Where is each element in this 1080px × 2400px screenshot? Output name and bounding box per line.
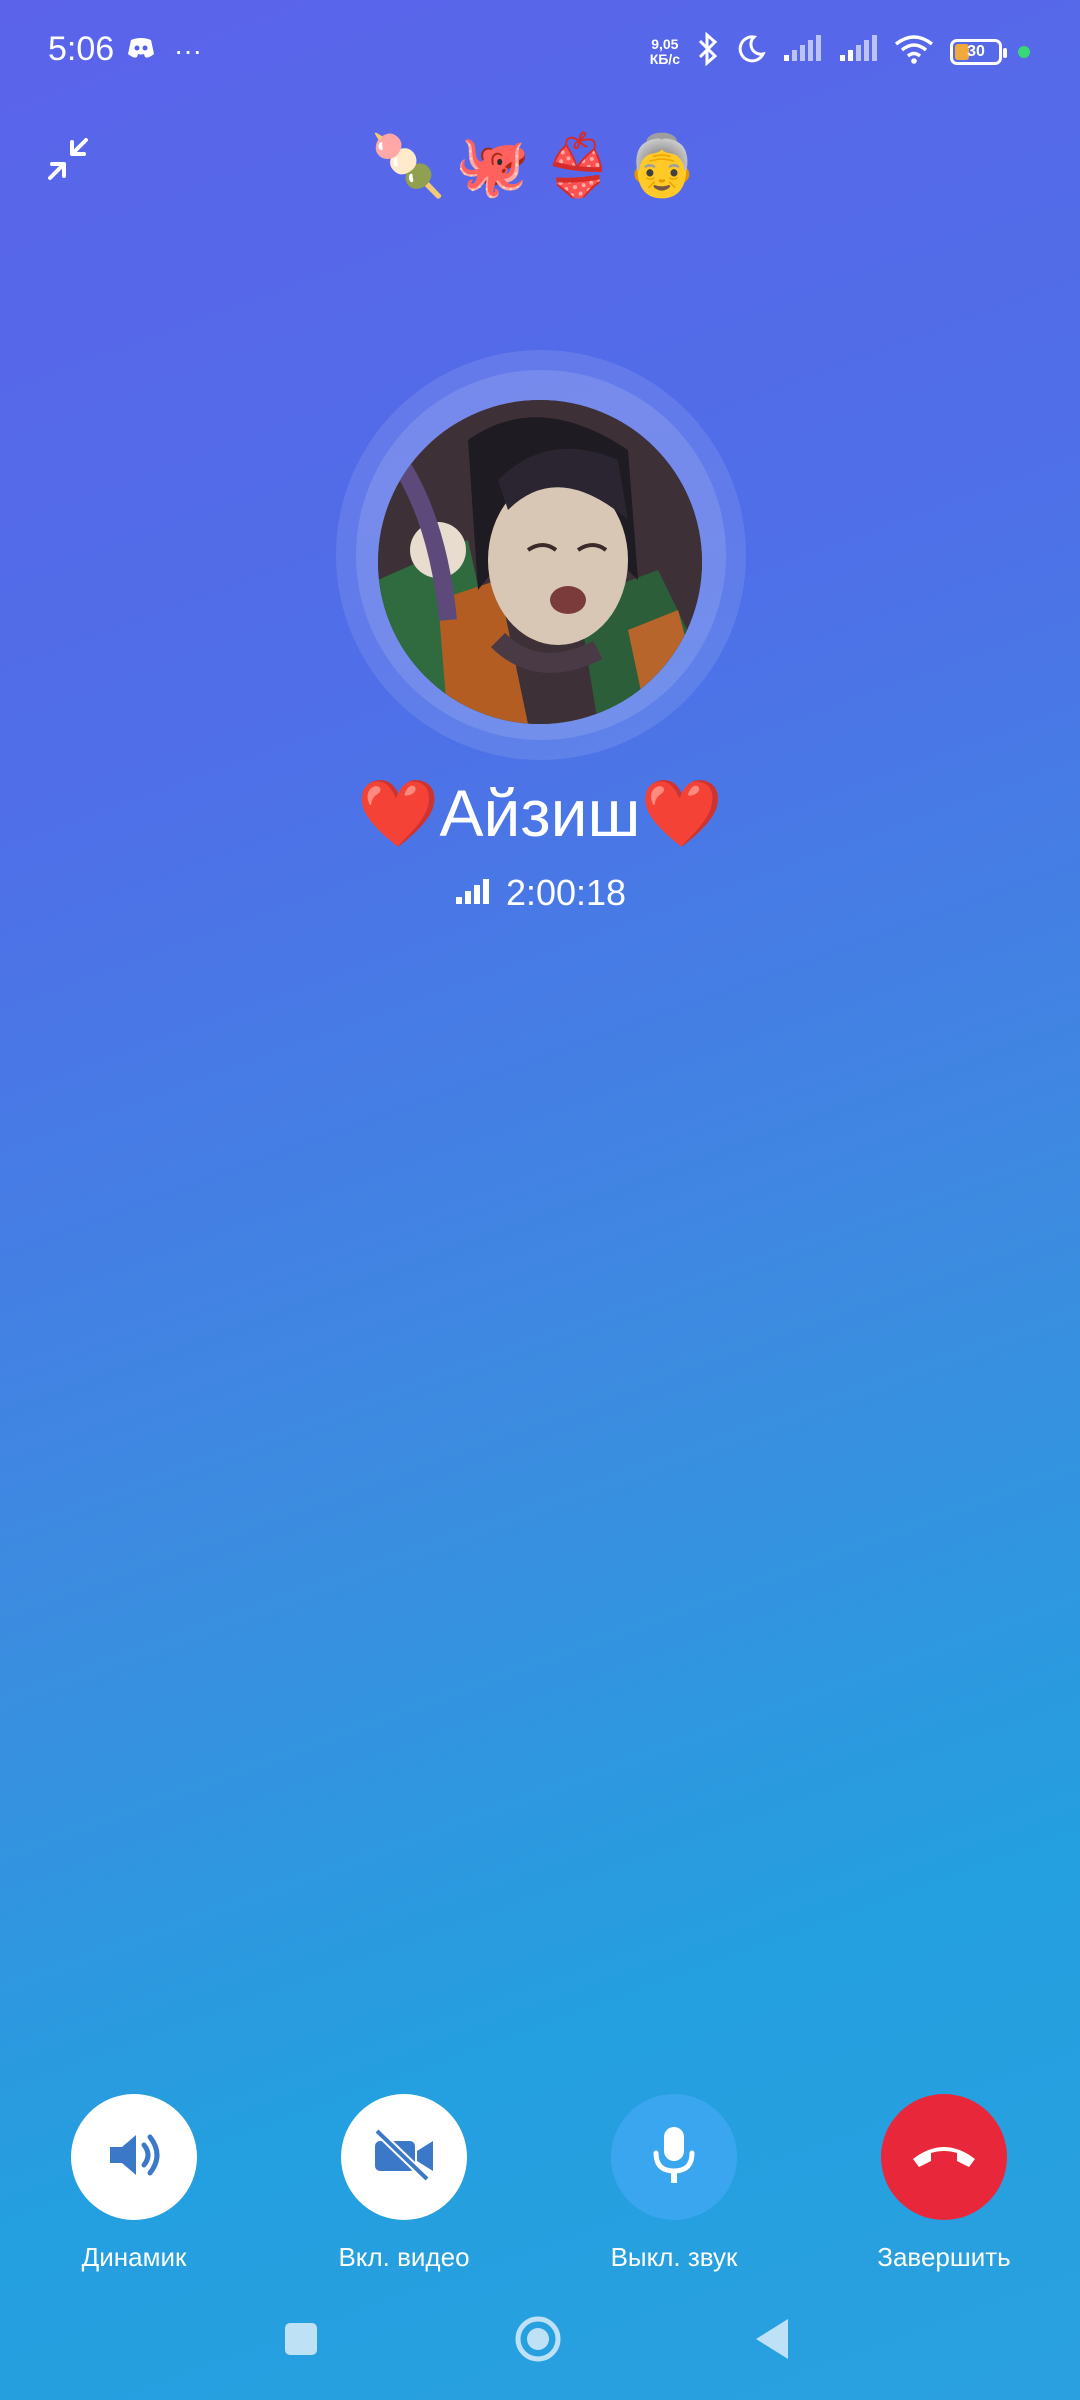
moon-icon — [736, 34, 766, 69]
end-call-button[interactable] — [881, 2094, 1007, 2220]
call-duration: 2:00:18 — [505, 872, 627, 913]
end-call-control: Завершить — [814, 2094, 1074, 2273]
mute-label: Выкл. звук — [610, 2242, 738, 2272]
speaker-label: Динамик — [81, 2242, 187, 2272]
system-nav-bar — [0, 2310, 1080, 2380]
end-call-label: Завершить — [877, 2242, 1011, 2272]
speaker-control: Динамик — [4, 2094, 264, 2273]
mute-button[interactable] — [611, 2094, 737, 2220]
video-off-icon — [369, 2125, 439, 2190]
video-control: Вкл. видео — [274, 2094, 534, 2273]
battery-icon: 30 — [950, 38, 1007, 65]
end-call-icon — [909, 2135, 979, 2180]
speaker-button[interactable] — [71, 2094, 197, 2220]
speaker-icon — [104, 2125, 164, 2190]
mic-icon — [649, 2123, 699, 2192]
video-label: Вкл. видео — [338, 2242, 470, 2272]
connection-quality-icon — [454, 872, 492, 914]
wifi-icon — [894, 34, 934, 69]
video-button[interactable] — [341, 2094, 467, 2220]
net-speed: 9,05 КБ/с — [649, 35, 680, 67]
privacy-dot — [1018, 45, 1030, 58]
caller-name: ❤️Айзиш❤️ — [357, 776, 723, 850]
status-time: 5:06 — [48, 30, 115, 68]
call-controls: Динамик Вкл. видео Выкл. звук Завершить — [0, 2094, 1080, 2294]
home-button[interactable] — [513, 2314, 563, 2369]
recents-button[interactable] — [282, 2320, 320, 2363]
mute-control: Выкл. звук — [544, 2094, 804, 2273]
avatar — [378, 400, 702, 724]
discord-icon — [126, 36, 156, 65]
bluetooth-icon — [696, 31, 720, 71]
back-button[interactable] — [752, 2316, 792, 2367]
signal-icon — [782, 35, 822, 68]
encryption-emoji-key[interactable]: 🍡🐙👙👵 — [0, 130, 1080, 201]
more-dots: ··· — [174, 34, 202, 66]
status-bar: 5:06 ··· 9,05 КБ/с 30 — [0, 0, 1080, 110]
signal-icon — [838, 35, 878, 68]
